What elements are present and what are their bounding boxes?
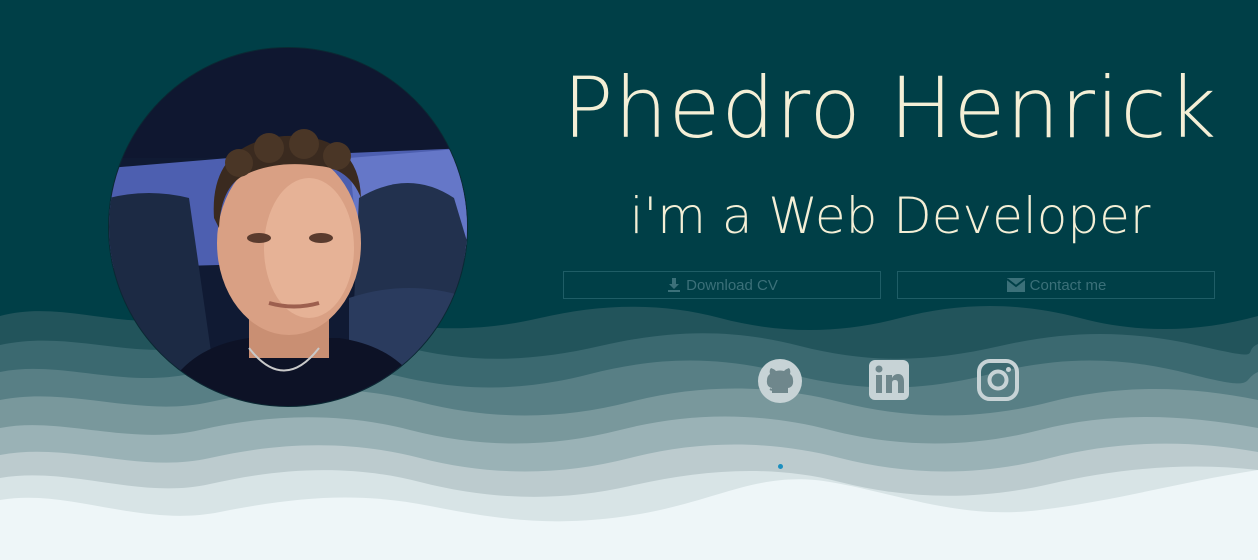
profile-name: Phedro Henrick [562,59,1218,157]
instagram-icon [977,359,1019,401]
linkedin-link[interactable] [867,358,911,402]
profile-role: i'm a Web Developer [629,187,1151,245]
profile-avatar [108,47,468,407]
scroll-indicator-dot [778,464,783,469]
download-cv-label: Download CV [686,276,778,294]
instagram-link[interactable] [976,358,1020,402]
linkedin-icon [869,360,909,400]
hero-section: Phedro Henrick i'm a Web Developer Downl… [0,0,1258,560]
mail-icon [1006,277,1026,293]
contact-button[interactable]: Contact me [897,271,1215,299]
github-link[interactable] [757,358,802,403]
download-cv-button[interactable]: Download CV [563,271,881,299]
github-icon [758,359,802,403]
contact-label: Contact me [1029,276,1107,294]
download-icon [666,277,682,293]
